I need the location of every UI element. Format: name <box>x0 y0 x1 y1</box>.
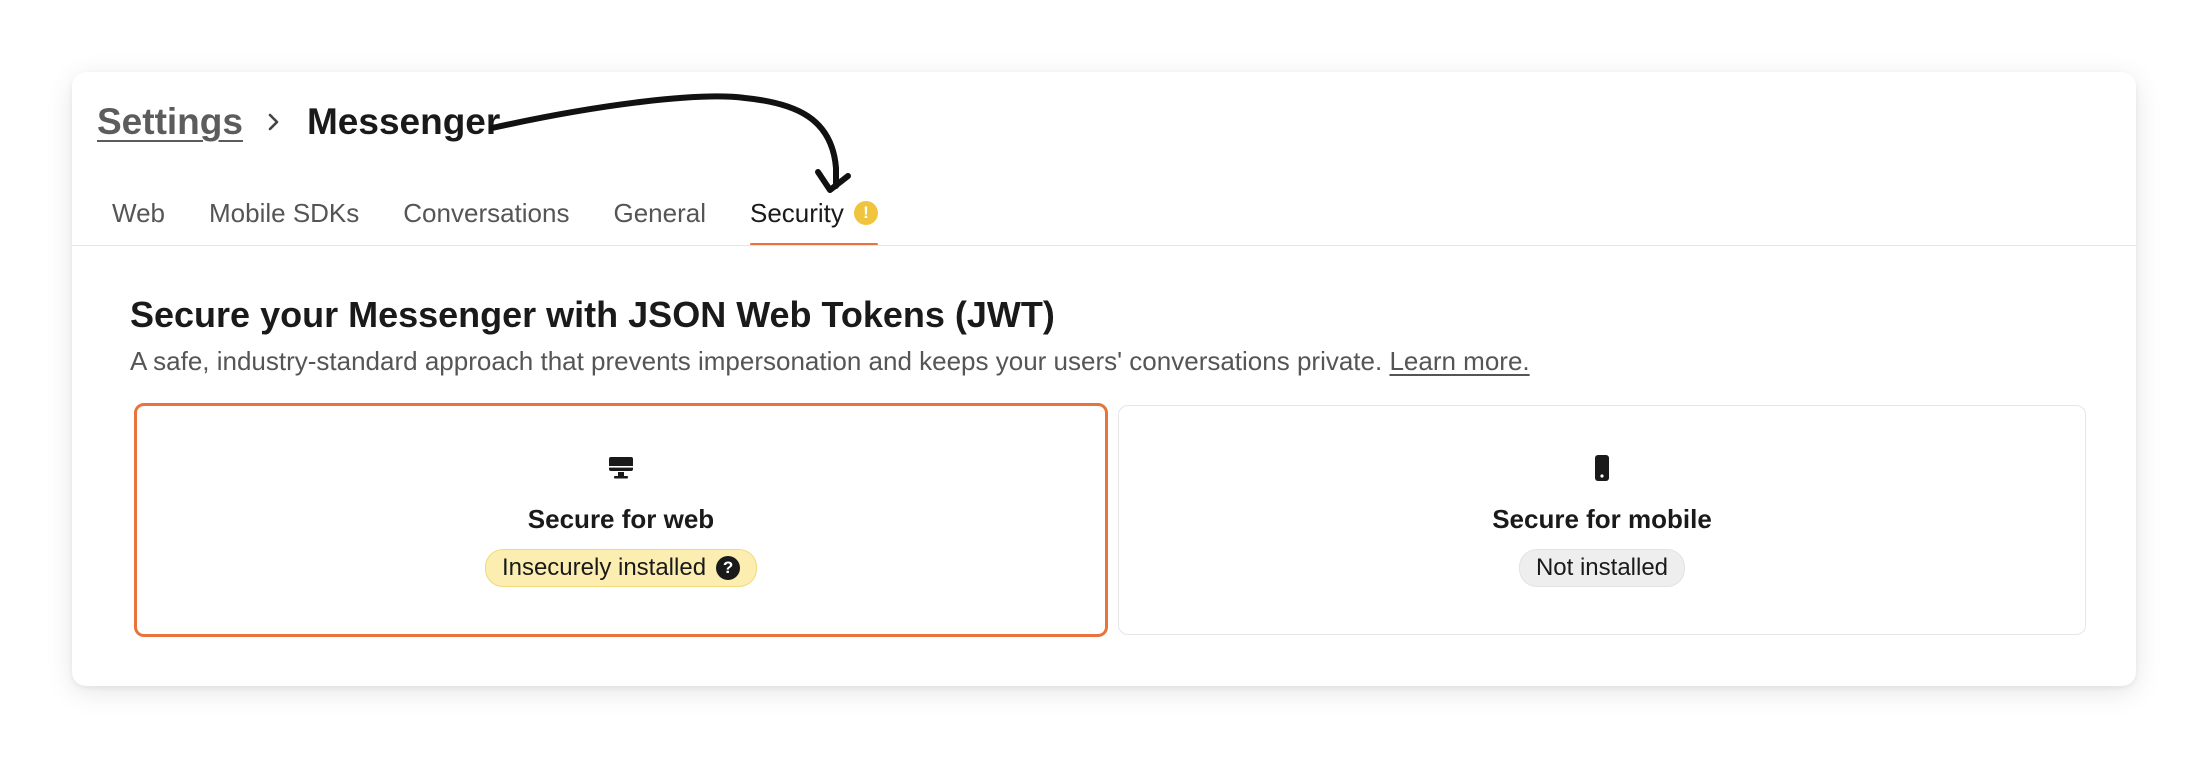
status-badge-web: Insecurely installed ? <box>484 549 758 587</box>
card-web-title: Secure for web <box>527 504 715 534</box>
question-icon[interactable]: ? <box>716 556 741 580</box>
desktop-icon <box>608 454 634 482</box>
chevron-right-icon <box>267 112 281 132</box>
breadcrumb: Settings Messenger <box>97 96 500 148</box>
section-description: A safe, industry-standard approach that … <box>130 346 1530 377</box>
tab-web-label: Web <box>112 197 165 228</box>
screen: Settings Messenger Web Mobile SDKs Conve… <box>0 0 2208 758</box>
section-title: Secure your Messenger with JSON Web Toke… <box>130 294 1055 335</box>
tab-security[interactable]: Security ! <box>749 180 878 246</box>
tab-general-label: General <box>613 197 706 228</box>
section-description-text: A safe, industry-standard approach that … <box>130 346 1383 376</box>
tab-general[interactable]: General <box>613 180 706 246</box>
secure-for-mobile-card[interactable]: Secure for mobile Not installed <box>1118 405 2086 635</box>
tab-conversations-label: Conversations <box>403 197 570 228</box>
learn-more-link[interactable]: Learn more. <box>1389 346 1529 376</box>
secure-for-web-card[interactable]: Secure for web Insecurely installed ? <box>134 403 1108 637</box>
page-title: Messenger <box>306 101 501 142</box>
tab-bar: Web Mobile SDKs Conversations General Se… <box>112 180 922 246</box>
breadcrumb-settings-link[interactable]: Settings <box>97 101 243 143</box>
status-badge-web-label: Insecurely installed <box>501 554 707 581</box>
tabs-divider <box>72 245 2136 246</box>
card-mobile-title: Secure for mobile <box>1492 504 1712 534</box>
tab-web[interactable]: Web <box>112 180 165 246</box>
tab-conversations[interactable]: Conversations <box>403 180 569 246</box>
tab-security-label: Security <box>749 197 844 228</box>
tab-mobile-sdks-label: Mobile SDKs <box>209 197 360 228</box>
settings-panel: Settings Messenger Web Mobile SDKs Conve… <box>72 72 2136 686</box>
tab-mobile-sdks[interactable]: Mobile SDKs <box>209 180 359 246</box>
warning-icon: ! <box>853 201 878 225</box>
mobile-phone-icon <box>1593 454 1611 482</box>
status-badge-mobile: Not installed <box>1518 549 1686 587</box>
